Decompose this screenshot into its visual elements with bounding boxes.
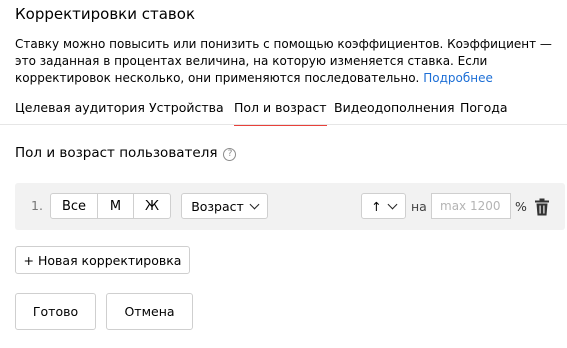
section-title-text: Пол и возраст пользователя (15, 145, 218, 161)
more-link[interactable]: Подробнее (423, 71, 493, 85)
chevron-down-icon (249, 199, 260, 209)
trash-icon[interactable] (534, 198, 550, 216)
gender-all-button[interactable]: Все (51, 194, 98, 218)
gender-selector: Все М Ж (50, 193, 171, 219)
tab-target-audience[interactable]: Целевая аудитория (15, 99, 145, 124)
tab-weather[interactable]: Погода (460, 99, 508, 124)
direction-label: ↑ (371, 198, 382, 214)
direction-dropdown[interactable]: ↑ (361, 193, 406, 219)
question-circle-icon[interactable]: ? (223, 148, 237, 161)
cancel-button[interactable]: Отмена (106, 293, 193, 330)
add-adjustment-button[interactable]: + Новая корректировка (15, 246, 190, 274)
gender-female-button[interactable]: Ж (134, 194, 170, 218)
done-button[interactable]: Готово (15, 293, 96, 330)
row-number: 1. (31, 198, 43, 213)
tab-video-extensions[interactable]: Видеодополнения (334, 99, 454, 124)
age-dropdown[interactable]: Возраст (181, 193, 268, 219)
chevron-down-icon (387, 199, 398, 209)
tab-gender-age[interactable]: Пол и возраст (234, 99, 327, 126)
age-dropdown-label: Возраст (191, 198, 244, 214)
gender-male-button[interactable]: М (98, 194, 134, 218)
description: Ставку можно повысить или понизить с пом… (15, 36, 560, 87)
adjustment-row: 1. Все М Ж Возраст ↑ на % (15, 183, 565, 230)
tab-devices[interactable]: Устройства (149, 99, 224, 124)
section-title: Пол и возраст пользователя? (15, 145, 237, 161)
coefficient-input[interactable] (431, 193, 511, 219)
tabs-divider (0, 124, 567, 125)
dialog-title: Корректировки ставок (15, 5, 196, 23)
tabs-bar: Целевая аудитория Устройства Пол и возра… (15, 99, 567, 126)
na-label: на (411, 199, 427, 214)
percent-label: % (515, 199, 527, 214)
